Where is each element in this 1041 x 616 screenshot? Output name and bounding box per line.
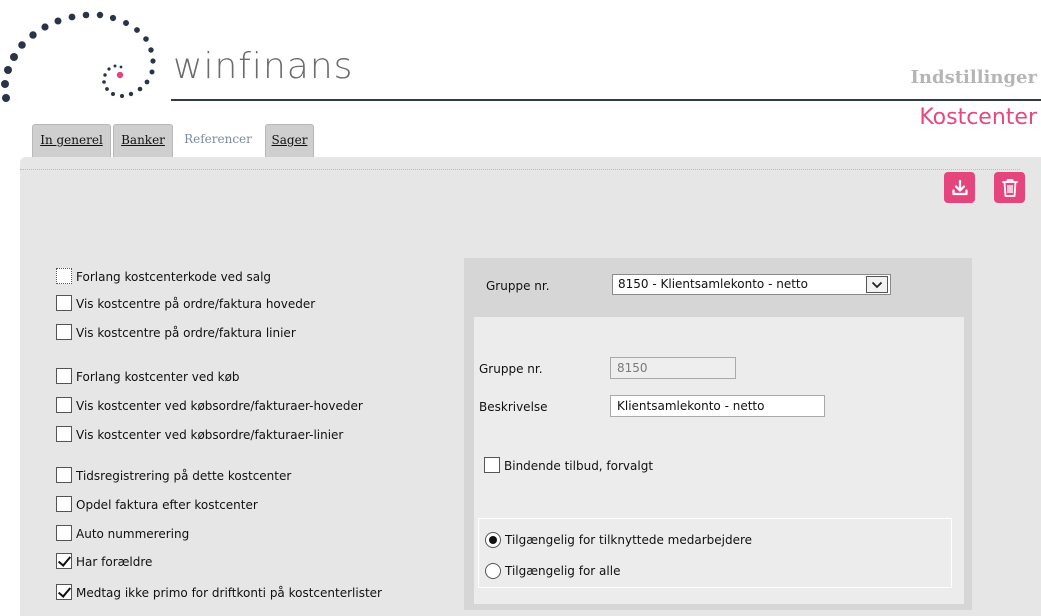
checkbox[interactable] bbox=[56, 397, 72, 413]
tab-banker[interactable]: Banker bbox=[113, 124, 173, 157]
description-field[interactable]: Klientsamlekonto - netto bbox=[610, 395, 825, 417]
radio-label: Tilgængelig for tilknyttede medarbejdere bbox=[505, 533, 753, 547]
checkbox-label: Vis kostcenter ved købsordre/fakturaer-h… bbox=[76, 399, 363, 413]
checkbox[interactable] bbox=[56, 496, 72, 512]
checkbox-row[interactable]: Vis kostcentre på ordre/faktura hoveder bbox=[56, 291, 315, 311]
radio-row[interactable]: Tilgængelig for alle bbox=[485, 561, 620, 581]
checkbox-label: Medtag ikke primo for driftkonti på kost… bbox=[76, 586, 382, 600]
delete-button[interactable] bbox=[994, 172, 1025, 203]
tab-in-generel[interactable]: In generel bbox=[32, 124, 111, 157]
checkbox[interactable] bbox=[56, 268, 72, 284]
checkbox-row[interactable]: Forlang kostcenterkode ved salg bbox=[56, 264, 271, 284]
group-select[interactable]: 8150 - Klientsamlekonto - netto bbox=[612, 274, 891, 295]
group-select-value: 8150 - Klientsamlekonto - netto bbox=[618, 277, 808, 291]
checkbox-label: Forlang kostcenter ved køb bbox=[76, 370, 240, 384]
chevron-down-icon[interactable] bbox=[866, 276, 888, 293]
checkbox-row[interactable]: Har forældre bbox=[56, 549, 152, 569]
checkbox-row[interactable]: Vis kostcenter ved købsordre/fakturaer-h… bbox=[56, 393, 363, 413]
tab-sager[interactable]: Sager bbox=[265, 124, 314, 157]
download-button[interactable] bbox=[944, 172, 975, 203]
checkbox[interactable] bbox=[56, 553, 72, 569]
checkbox-label: Vis kostcenter ved købsordre/fakturaer-l… bbox=[76, 428, 344, 442]
checkbox[interactable] bbox=[56, 426, 72, 442]
group-nr-field: 8150 bbox=[610, 357, 736, 379]
section-title: Indstillinger bbox=[910, 67, 1037, 88]
checkbox-label: Forlang kostcenterkode ved salg bbox=[76, 270, 272, 284]
checkbox-row[interactable]: Tidsregistrering på dette kostcenter bbox=[56, 463, 291, 483]
header-divider bbox=[171, 99, 1041, 101]
checkbox-label: Auto nummerering bbox=[76, 527, 190, 541]
radio-row[interactable]: Tilgængelig for tilknyttede medarbejdere bbox=[485, 530, 752, 550]
winfinans-logo bbox=[1, 11, 156, 102]
tab-referencer[interactable]: Referencer bbox=[175, 124, 261, 157]
description-label: Beskrivelse bbox=[479, 400, 548, 414]
checkbox[interactable] bbox=[56, 368, 72, 384]
brand-name: winfinans bbox=[173, 46, 354, 87]
checkbox[interactable] bbox=[56, 584, 72, 600]
binding-checkbox[interactable] bbox=[484, 457, 500, 473]
checkbox-label: Har forældre bbox=[76, 555, 153, 569]
checkbox-row[interactable]: Vis kostcenter ved købsordre/fakturaer-l… bbox=[56, 422, 343, 442]
download-icon bbox=[951, 179, 968, 195]
checkbox[interactable] bbox=[56, 525, 72, 541]
checkbox[interactable] bbox=[56, 324, 72, 340]
trash-icon bbox=[1001, 178, 1018, 197]
binding-checkbox-label: Bindende tilbud, forvalgt bbox=[504, 459, 654, 473]
checkbox-row[interactable]: Vis kostcentre på ordre/faktura linier bbox=[56, 320, 296, 340]
group-nr-label: Gruppe nr. bbox=[479, 362, 543, 376]
checkbox-row[interactable]: Medtag ikke primo for driftkonti på kost… bbox=[56, 580, 382, 600]
checkbox-row[interactable]: Auto nummerering bbox=[56, 521, 189, 541]
checkbox-row[interactable]: Opdel faktura efter kostcenter bbox=[56, 492, 258, 512]
checkbox-label: Vis kostcentre på ordre/faktura linier bbox=[76, 326, 296, 340]
checkbox-label: Tidsregistrering på dette kostcenter bbox=[76, 469, 292, 483]
checkbox-label: Opdel faktura efter kostcenter bbox=[76, 498, 258, 512]
checkbox-label: Vis kostcentre på ordre/faktura hoveder bbox=[76, 297, 316, 311]
binding-checkbox-row[interactable]: Bindende tilbud, forvalgt bbox=[484, 453, 653, 473]
checkbox[interactable] bbox=[56, 295, 72, 311]
radio-button[interactable] bbox=[485, 532, 501, 548]
panel-divider bbox=[20, 169, 1020, 170]
radio-label: Tilgængelig for alle bbox=[505, 564, 621, 578]
radio-button[interactable] bbox=[485, 563, 501, 579]
checkbox-row[interactable]: Forlang kostcenter ved køb bbox=[56, 364, 240, 384]
group-select-label: Gruppe nr. bbox=[486, 279, 550, 293]
checkbox[interactable] bbox=[56, 467, 72, 483]
page-title: Kostcenter bbox=[919, 105, 1037, 130]
